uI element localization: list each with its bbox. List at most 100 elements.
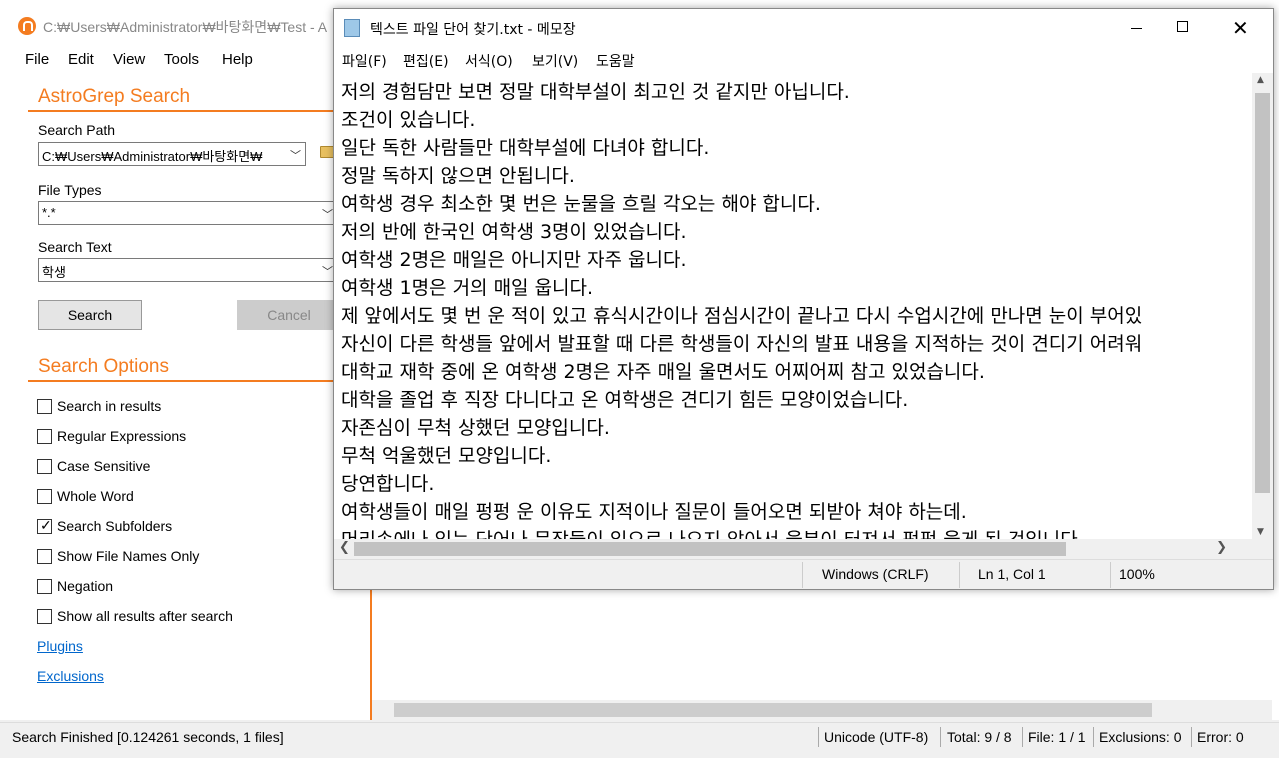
close-button[interactable]: ✕ [1218,16,1264,41]
text-line: 여학생 경우 최소한 몇 번은 눈물을 흐릴 각오는 해야 합니다. [341,193,821,215]
chevron-down-icon[interactable]: ﹀ [322,263,333,279]
status-zoom: 100% [1119,566,1155,582]
checkmark-icon: ✓ [40,517,52,533]
option-label: Whole Word [57,488,134,504]
notepad-title: 텍스트 파일 단어 찾기.txt - 메모장 [370,22,576,38]
search-button[interactable]: Search [38,300,142,330]
astrogrep-window-title: C:₩Users₩Administrator₩바탕화면₩Test - A [43,19,328,35]
np-menu-format[interactable]: 서식(O) [465,51,513,71]
text-line: 당연합니다. [341,473,435,495]
status-separator [1022,727,1023,747]
scrollbar-corner [1252,539,1273,559]
text-line: 여학생 2명은 매일은 아니지만 자주 웁니다. [341,249,687,271]
notepad-titlebar[interactable]: 텍스트 파일 단어 찾기.txt - 메모장 ✕ [334,9,1273,47]
option-label: Regular Expressions [57,428,187,444]
text-line: 저의 반에 한국인 여학생 3명이 있었습니다. [341,221,687,243]
text-line: 조건이 있습니다. [341,109,476,131]
checkbox[interactable] [37,609,52,624]
menu-file[interactable]: File [25,51,49,68]
checkbox[interactable] [37,459,52,474]
text-line: 자존심이 무척 상했던 모양입니다. [341,417,610,439]
status-separator [940,727,941,747]
checkbox[interactable] [37,489,52,504]
results-scroll-thumb[interactable] [394,703,1152,717]
scroll-right-icon[interactable]: ❯ [1216,540,1227,555]
np-menu-help[interactable]: 도움말 [596,51,635,71]
search-text-label: Search Text [38,239,112,255]
notepad-vertical-scrollbar[interactable]: ▲ ▼ [1252,73,1273,539]
cancel-button[interactable]: Cancel [237,300,341,330]
maximize-icon [1177,21,1188,32]
options-section-divider [28,380,370,382]
file-types-value: *.* [42,205,56,220]
notepad-statusbar: Windows (CRLF) Ln 1, Col 1 100% [334,559,1273,589]
status-separator [802,562,803,588]
checkbox[interactable] [37,579,52,594]
scroll-up-icon[interactable]: ▲ [1257,75,1264,85]
status-encoding: Unicode (UTF-8) [824,729,929,745]
text-line: 정말 독하지 않으면 안됩니다. [341,165,575,187]
status-separator [959,562,960,588]
checkbox[interactable] [37,549,52,564]
status-separator [1093,727,1094,747]
search-path-combo[interactable]: C:₩Users₩Administrator₩바탕화면₩ ﹀ [38,142,306,166]
search-path-value: C:₩Users₩Administrator₩바탕화면₩ [42,149,263,164]
status-total: Total: 9 / 8 [947,729,1012,745]
menu-tools[interactable]: Tools [164,51,199,68]
option-label: Search Subfolders [57,518,173,534]
notepad-menubar: 파일(F) 편집(E) 서식(O) 보기(V) 도움말 [334,47,1273,73]
menu-help[interactable]: Help [222,51,253,68]
status-separator [1191,727,1192,747]
notepad-horizontal-scrollbar[interactable]: ❮ ❯ [334,539,1252,559]
notepad-window: 텍스트 파일 단어 찾기.txt - 메모장 ✕ 파일(F) 편집(E) 서식(… [333,8,1274,590]
status-separator [818,727,819,747]
file-types-combo[interactable]: *.* ﹀ [38,201,338,225]
np-menu-view[interactable]: 보기(V) [532,51,578,71]
option-label: Show File Names Only [57,548,200,564]
checkbox[interactable] [37,399,52,414]
scroll-left-icon[interactable]: ❮ [339,540,350,555]
text-line: 제 앞에서도 몇 번 운 적이 있고 휴식시간이나 점심시간이 끝나고 다시 수… [341,305,1143,327]
search-text-value: 학생 [42,265,66,280]
status-cursor-position: Ln 1, Col 1 [978,566,1046,582]
checkbox-checked[interactable]: ✓ [37,517,52,534]
text-line: 여학생 1명은 거의 매일 웁니다. [341,277,594,299]
status-exclusions: Exclusions: 0 [1099,729,1182,745]
minimize-icon [1131,28,1142,29]
search-section-divider [28,110,370,112]
menu-edit[interactable]: Edit [68,51,94,68]
file-types-label: File Types [38,182,102,198]
search-text-combo[interactable]: 학생 ﹀ [38,258,338,282]
text-line: 대학교 재학 중에 온 여학생 2명은 자주 매일 울면서도 어찌어찌 참고 있… [341,361,985,383]
checkbox[interactable] [37,429,52,444]
plugins-link[interactable]: Plugins [37,638,83,654]
option-label: Case Sensitive [57,458,151,474]
maximize-button[interactable] [1160,17,1206,41]
status-error: Error: 0 [1197,729,1244,745]
close-icon: ✕ [1232,16,1249,40]
np-menu-edit[interactable]: 편집(E) [403,51,449,71]
chevron-down-icon[interactable]: ﹀ [322,206,333,222]
vertical-scroll-thumb[interactable] [1255,93,1270,493]
horizontal-scroll-thumb[interactable] [354,542,1066,556]
astrogrep-logo-icon [18,17,36,35]
exclusions-link[interactable]: Exclusions [37,668,104,684]
menu-view[interactable]: View [113,51,145,68]
text-line: 일단 독한 사람들만 대학부설에 다녀야 합니다. [341,137,710,159]
status-message: Search Finished [0.124261 seconds, 1 fil… [12,729,284,745]
status-separator [1110,562,1111,588]
text-line: 무척 억울했던 모양입니다. [341,445,552,467]
np-menu-file[interactable]: 파일(F) [342,51,387,71]
text-line: 자신이 다른 학생들 앞에서 발표할 때 다른 학생들이 자신의 발표 내용을 … [341,333,1143,355]
chevron-down-icon[interactable]: ﹀ [290,147,301,163]
search-path-label: Search Path [38,122,116,138]
text-line: 머리속에나 있는 단어나 문장들이 입으로 나오지 않아서 울분이 터져서 펑펑… [341,525,1084,539]
text-line: 저의 경험담만 보면 정말 대학부설이 최고인 것 같지만 아닙니다. [341,81,850,103]
minimize-button[interactable] [1114,17,1160,41]
notepad-text-area[interactable]: 저의 경험담만 보면 정말 대학부설이 최고인 것 같지만 아닙니다. 조건이 … [334,73,1252,539]
options-section-header: Search Options [38,356,169,377]
text-line: 대학을 졸업 후 직장 다니다고 온 여학생은 견디기 힘든 모양이었습니다. [341,389,909,411]
scroll-down-icon[interactable]: ▼ [1257,527,1264,537]
notepad-icon [344,19,360,37]
option-label: Search in results [57,398,162,414]
